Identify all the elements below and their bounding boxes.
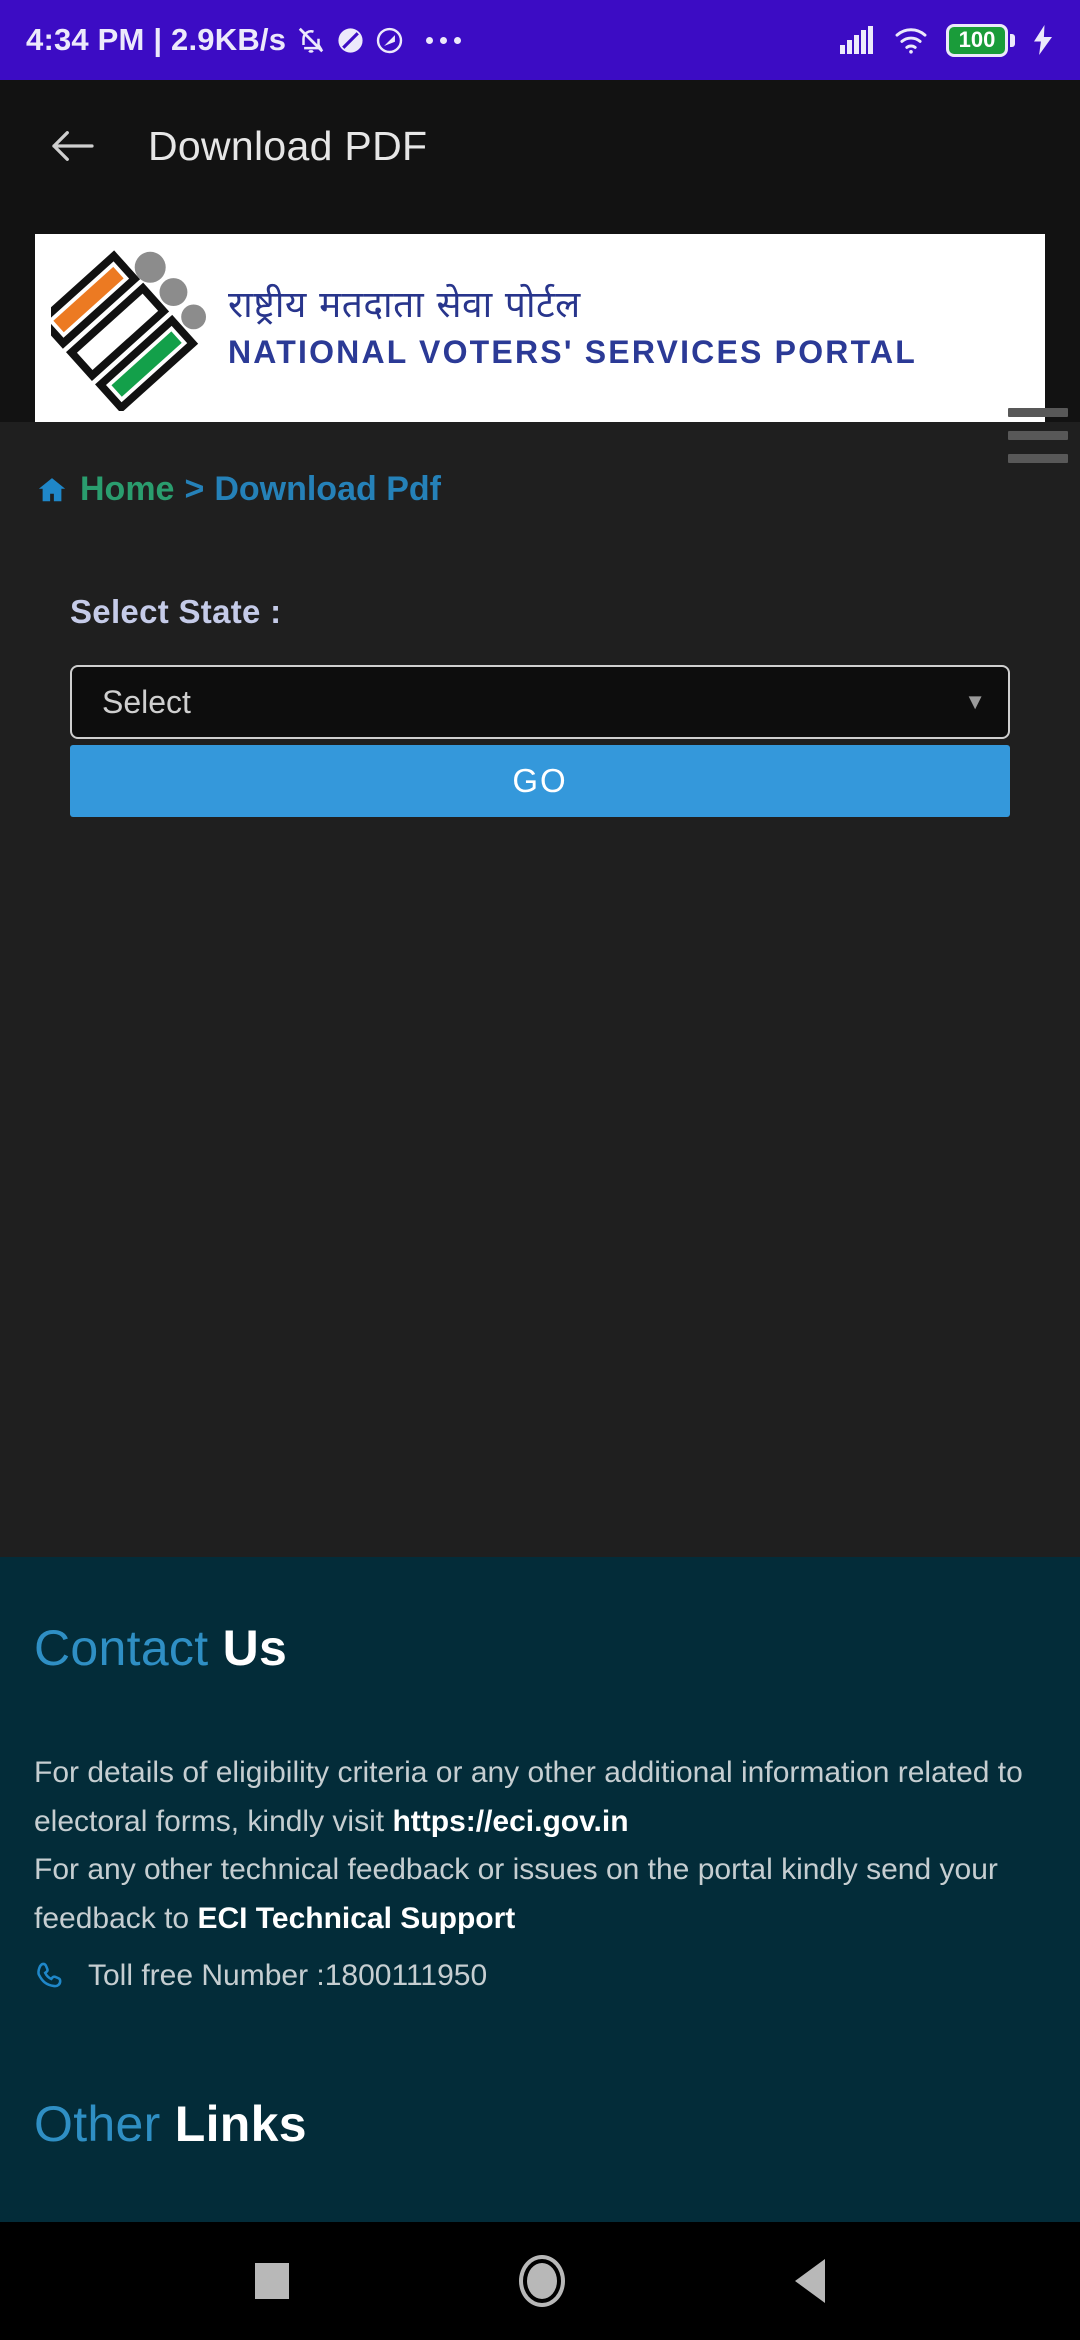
data-saver-icon xyxy=(375,26,404,55)
home-icon xyxy=(38,477,66,501)
contact-us-heading: Contact Us xyxy=(34,1619,1046,1677)
download-pdf-form: Select State : Select ▼ GO xyxy=(0,509,1080,817)
site-banner-area: राष्ट्रीय मतदाता सेवा पोर्टल NATIONAL VO… xyxy=(0,212,1080,463)
battery-icon: 100 xyxy=(946,23,1015,57)
breadcrumb-item-current: Download Pdf xyxy=(214,470,441,508)
site-footer: Contact Us For details of eligibility cr… xyxy=(0,1557,1080,2260)
page-title: Download PDF xyxy=(148,122,428,169)
bell-mute-icon xyxy=(296,24,326,56)
breadcrumb-separator: > xyxy=(184,470,205,508)
status-bar-right: 100 xyxy=(840,23,1054,57)
charging-bolt-icon xyxy=(1032,25,1054,55)
breadcrumb-item-home[interactable]: Home xyxy=(36,470,174,509)
chevron-down-icon: ▼ xyxy=(964,689,986,714)
breadcrumb-home-label: Home xyxy=(80,470,175,508)
other-links-heading: Other Links xyxy=(34,2095,1046,2153)
status-bar: 4:34 PM | 2.9KB/s 100 xyxy=(0,0,1080,80)
contact-us-heading-secondary: Us xyxy=(222,1620,288,1676)
eci-technical-support-label: ECI Technical Support xyxy=(197,1901,516,1935)
battery-level-label: 100 xyxy=(958,27,996,52)
other-links-heading-primary: Other xyxy=(34,2096,161,2153)
go-button-label: GO xyxy=(512,762,568,799)
overflow-dots-icon xyxy=(426,36,462,44)
status-clock: 4:34 PM | 2.9KB/s xyxy=(26,22,287,57)
square-recents-icon[interactable] xyxy=(255,2263,289,2299)
select-state-label: Select State : xyxy=(70,593,282,630)
go-button[interactable]: GO xyxy=(70,745,1010,817)
banner-hindi-title: राष्ट्रीय मतदाता सेवा पोर्टल xyxy=(228,283,581,327)
page-content: राष्ट्रीय मतदाता सेवा पोर्टल NATIONAL VO… xyxy=(0,212,1080,2260)
state-select-value: Select xyxy=(102,683,191,720)
banner-text-block: राष्ट्रीय मतदाता सेवा पोर्टल NATIONAL VO… xyxy=(228,283,918,371)
toll-free-label: Toll free Number :1800111950 xyxy=(88,1959,488,1993)
arrow-left-icon xyxy=(52,131,94,161)
site-banner: राष्ट्रीय मतदाता सेवा पोर्टल NATIONAL VO… xyxy=(35,234,1045,422)
other-links-heading-secondary: Links xyxy=(174,2096,307,2153)
contact-paragraph-2-text: For any other technical feedback or issu… xyxy=(34,1853,998,1935)
circle-home-icon[interactable] xyxy=(519,2255,565,2307)
breadcrumb: Home > Download Pdf xyxy=(0,422,1080,509)
eci-ballot-logo-icon xyxy=(51,249,206,411)
triangle-back-icon[interactable] xyxy=(795,2259,825,2303)
app-bar: Download PDF xyxy=(0,80,1080,212)
contact-us-heading-primary: Contact xyxy=(34,1620,209,1676)
phone-icon xyxy=(37,1963,62,1988)
back-button[interactable] xyxy=(38,111,108,181)
android-nav-bar xyxy=(0,2222,1080,2340)
contact-body: For details of eligibility criteria or a… xyxy=(34,1749,1046,1943)
wifi-icon xyxy=(893,26,929,54)
eci-website-link[interactable]: https://eci.gov.in xyxy=(392,1805,628,1838)
do-not-disturb-icon xyxy=(336,26,365,55)
status-bar-left: 4:34 PM | 2.9KB/s xyxy=(26,22,840,58)
signal-bars-icon xyxy=(840,26,876,54)
banner-english-title: NATIONAL VOTERS' SERVICES PORTAL xyxy=(228,333,918,370)
hamburger-menu-icon[interactable] xyxy=(1002,402,1074,469)
state-select[interactable]: Select ▼ xyxy=(70,665,1010,739)
toll-free-row[interactable]: Toll free Number :1800111950 xyxy=(34,1959,1046,1993)
